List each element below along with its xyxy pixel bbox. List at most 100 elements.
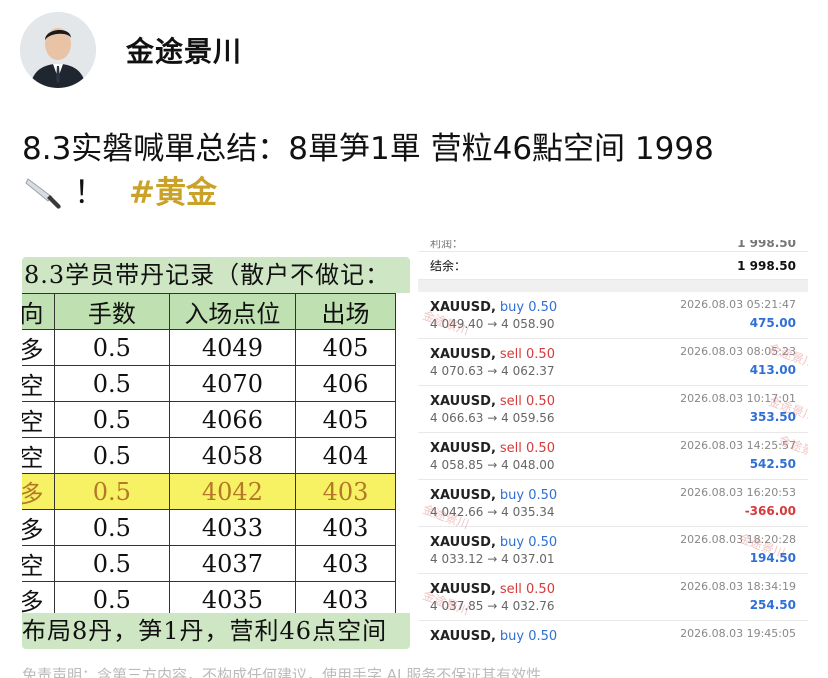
trade-time: 2026.08.03 16:20:53 — [680, 486, 796, 499]
trade-time: 2026.08.03 18:20:28 — [680, 533, 796, 546]
trade-prices: 4 049.40 → 4 058.90 — [430, 317, 555, 331]
post-text: 8.3实磐喊單总结：8單笋1單 营粒46點空间 1998 ！ #黄金 — [22, 127, 812, 215]
trade-row[interactable]: XAUUSD, sell 0.50 4 058.85 → 4 048.00 2026.… — [418, 433, 808, 480]
trade-symbol: XAUUSD, — [430, 394, 496, 409]
trade-side: sell 0.50 — [499, 347, 555, 362]
cell-direction: 多 — [22, 473, 55, 510]
profit-row: 利润： 1 998.50 — [418, 240, 808, 252]
cell-entry: 4070 — [168, 365, 297, 402]
profit-label: 利润： — [430, 240, 463, 250]
cell-exit: 405 — [295, 329, 396, 366]
trade-row[interactable]: XAUUSD, buy 0.50 4 033.12 → 4 037.01 2026.0… — [418, 527, 808, 574]
cell-entry: 4037 — [168, 545, 297, 582]
trade-time: 2026.08.03 05:21:47 — [680, 298, 796, 311]
trade-row[interactable]: XAUUSD, sell 0.50 4 070.63 → 4 062.37 2026.… — [418, 339, 808, 386]
cell-exit: 405 — [295, 401, 396, 438]
trade-side: buy 0.50 — [499, 488, 558, 503]
trade-time: 2026.08.03 10:17:01 — [680, 392, 796, 405]
trade-row[interactable]: XAUUSD, buy 0.50 4 049.40 → 4 058.90 2026.0… — [418, 292, 808, 339]
trade-prices: 4 037.85 → 4 032.76 — [430, 599, 555, 613]
profit-value: 1 998.50 — [737, 240, 796, 250]
cell-entry: 4033 — [168, 509, 297, 546]
cell-lots: 0.5 — [53, 365, 170, 402]
table-row: 空 0.5 4058 404 — [22, 437, 396, 474]
header-direction: 向 — [22, 293, 55, 330]
cell-direction: 空 — [22, 365, 55, 402]
trade-side: buy 0.50 — [499, 629, 558, 644]
cell-lots: 0.5 — [53, 437, 170, 474]
trade-profit: 542.50 — [749, 457, 796, 471]
trade-time: 2026.08.03 08:05:23 — [680, 345, 796, 358]
trade-profit: 475.00 — [749, 316, 796, 330]
table-row: 空 0.5 4037 403 — [22, 545, 396, 582]
trade-list: XAUUSD, buy 0.50 4 049.40 → 4 058.90 2026.0… — [418, 292, 808, 650]
balance-row: 结余： 1 998.50 — [418, 252, 808, 280]
table-row: 空 0.5 4070 406 — [22, 365, 396, 402]
trade-side: sell 0.50 — [499, 582, 555, 597]
table-row: 空 0.5 4066 405 — [22, 401, 396, 438]
divider — [418, 280, 808, 292]
cell-direction: 空 — [22, 545, 55, 582]
balance-label: 结余： — [430, 259, 467, 273]
cell-entry: 4066 — [168, 401, 297, 438]
cell-direction: 空 — [22, 401, 55, 438]
avatar[interactable] — [20, 12, 96, 88]
trade-profit: 194.50 — [749, 551, 796, 565]
trade-row[interactable]: XAUUSD, sell 0.50 4 066.63 → 4 059.56 2026.… — [418, 386, 808, 433]
header-entry: 入场点位 — [168, 293, 297, 330]
trade-prices: 4 066.63 → 4 059.56 — [430, 411, 555, 425]
trade-row[interactable]: XAUUSD, buy 0.50 4 042.66 → 4 035.34 2026.0… — [418, 480, 808, 532]
cell-lots: 0.5 — [53, 401, 170, 438]
person-avatar-icon — [20, 12, 96, 88]
cell-exit: 403 — [295, 545, 396, 582]
trade-symbol: XAUUSD, — [430, 535, 496, 550]
post-line-1: 8.3实磐喊單总结：8單笋1單 营粒46點空间 1998 — [22, 131, 714, 167]
trade-prices: 4 058.85 → 4 048.00 — [430, 458, 555, 472]
trade-symbol: XAUUSD, — [430, 347, 496, 362]
trade-symbol: XAUUSD, — [430, 300, 496, 315]
post-header: 金途景川 — [20, 12, 242, 88]
trade-side: buy 0.50 — [499, 300, 558, 315]
record-table-footer: 布局8丹，笋1丹，营利46点空间 — [22, 613, 410, 649]
post-line-2: ！ #黄金 — [22, 171, 812, 215]
knife-icon — [25, 178, 61, 209]
record-table-title: 8.3学员带丹记录（散户不做记： — [22, 257, 410, 293]
cell-lots: 0.5 — [53, 545, 170, 582]
trade-row[interactable]: XAUUSD, buy 0.50 2026.08.03 19:45:05 — [418, 621, 808, 650]
record-table-image[interactable]: 8.3学员带丹记录（散户不做记： 向 手数 入场点位 出场 多 0.5 4049… — [22, 257, 410, 649]
cell-entry: 4049 — [168, 329, 297, 366]
trade-symbol: XAUUSD, — [430, 441, 496, 456]
author-name[interactable]: 金途景川 — [126, 30, 242, 70]
cell-lots: 0.5 — [53, 509, 170, 546]
trade-side: buy 0.50 — [499, 535, 558, 550]
trade-prices: 4 033.12 → 4 037.01 — [430, 552, 555, 566]
cell-exit: 403 — [295, 473, 396, 510]
header-exit: 出场 — [295, 293, 396, 330]
balance-value: 1 998.50 — [737, 258, 796, 273]
trade-time: 2026.08.03 19:45:05 — [680, 627, 796, 640]
trade-symbol: XAUUSD, — [430, 629, 496, 644]
cell-exit: 406 — [295, 365, 396, 402]
hashtag-gold[interactable]: #黄金 — [129, 171, 217, 215]
trade-side: sell 0.50 — [499, 441, 555, 456]
trade-prices: 4 042.66 → 4 035.34 — [430, 505, 555, 519]
trade-prices: 4 070.63 → 4 062.37 — [430, 364, 555, 378]
cell-exit: 404 — [295, 437, 396, 474]
table-header-row: 向 手数 入场点位 出场 — [22, 293, 396, 330]
exclamation-text: ！ — [74, 175, 105, 211]
cell-direction: 多 — [22, 509, 55, 546]
trade-profit: 254.50 — [749, 598, 796, 612]
cell-entry: 4058 — [168, 437, 297, 474]
cell-direction: 多 — [22, 329, 55, 366]
table-row: 多 0.5 4049 405 — [22, 329, 396, 366]
trade-time: 2026.08.03 14:25:57 — [680, 439, 796, 452]
table-row-highlighted: 多 0.5 4042 403 — [22, 473, 396, 510]
trade-row[interactable]: XAUUSD, sell 0.50 4 037.85 → 4 032.76 2026.… — [418, 574, 808, 621]
disclaimer-text: 免责声明：含第三方内容，不构成任何建议，使用手字 AI 服务不保证其有效性 — [22, 666, 542, 678]
cell-lots: 0.5 — [53, 473, 170, 510]
trade-side: sell 0.50 — [499, 394, 555, 409]
table-row: 多 0.5 4033 403 — [22, 509, 396, 546]
cell-direction: 空 — [22, 437, 55, 474]
trade-history-image[interactable]: 利润： 1 998.50 结余： 1 998.50 XAUUSD, buy 0.5… — [418, 240, 808, 650]
cell-exit: 403 — [295, 509, 396, 546]
